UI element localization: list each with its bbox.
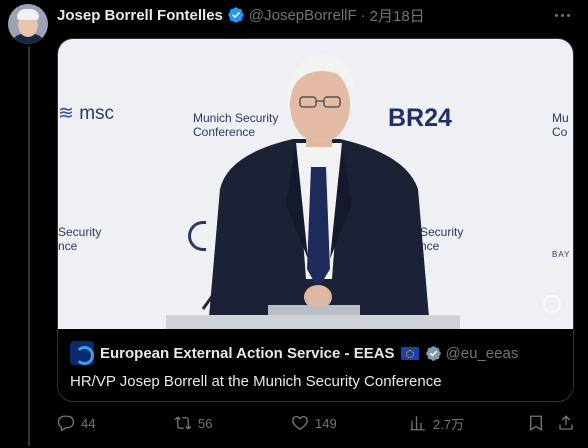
bookmark-icon [530, 415, 542, 431]
eu-flag-icon [400, 346, 419, 360]
bookmark-button[interactable] [527, 414, 545, 432]
link-meta[interactable]: European External Action Service - EEAS … [58, 329, 573, 401]
link-source-handle: @eu_eeas [445, 344, 519, 362]
eeas-logo-icon [70, 341, 94, 365]
author-name[interactable]: Josep Borrell Fontelles [57, 7, 223, 24]
verified-badge-icon [228, 7, 244, 23]
analytics-icon [410, 416, 425, 431]
author-handle[interactable]: @JosepBorrellF [249, 7, 357, 24]
retweet-button[interactable]: 56 [174, 414, 212, 432]
reply-count: 44 [81, 415, 96, 431]
retweet-icon [174, 416, 192, 430]
tweet-date[interactable]: 2月18日 [370, 5, 425, 26]
thread-line [28, 46, 30, 446]
more-dots-icon[interactable] [552, 5, 572, 25]
reply-icon [57, 415, 75, 432]
verified-badge-icon [425, 345, 441, 361]
link-description: HR/VP Josep Borrell at the Munich Securi… [70, 373, 442, 390]
views-button[interactable]: 2.7万 [409, 414, 464, 433]
share-icon [559, 415, 573, 430]
views-count: 2.7万 [433, 416, 465, 432]
share-button[interactable] [557, 414, 575, 432]
tweet-header: Josep Borrell Fontelles @JosepBorrellF ·… [57, 5, 425, 25]
separator-dot: · [360, 6, 366, 24]
like-button[interactable]: 149 [291, 414, 337, 432]
like-count: 149 [315, 415, 337, 431]
link-source-title: European External Action Service - EEAS [100, 344, 395, 362]
loading-spinner-icon [543, 295, 561, 313]
retweet-count: 56 [198, 415, 213, 431]
action-bar: 44 56 149 2.7万 [57, 412, 577, 434]
video-thumbnail[interactable]: ≋ msc Munich Security Conference BR24 Mu… [58, 39, 573, 329]
heart-icon [292, 415, 308, 431]
reply-button[interactable]: 44 [57, 414, 95, 432]
avatar[interactable] [8, 4, 48, 44]
link-card[interactable]: ≋ msc Munich Security Conference BR24 Mu… [57, 38, 574, 402]
